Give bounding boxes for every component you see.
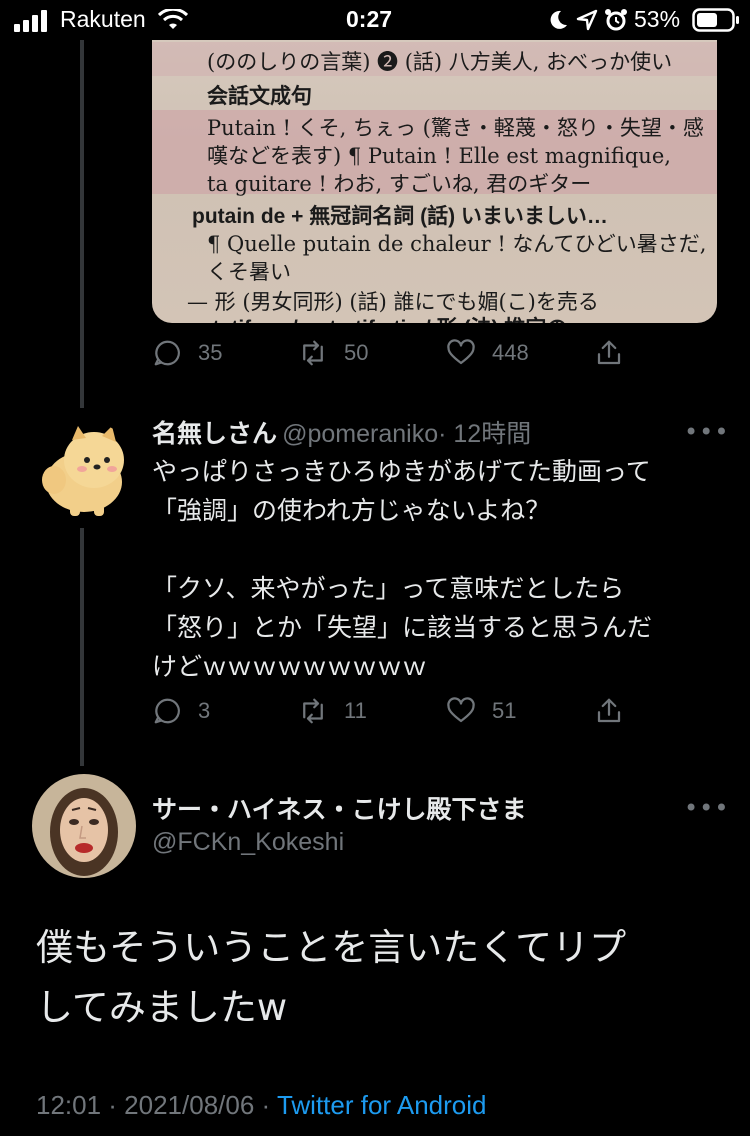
share-button[interactable] — [594, 696, 640, 726]
more-options-icon[interactable]: ••• — [684, 794, 729, 822]
main-tweet-author-name[interactable]: サー・ハイネス・こけし殿下さま — [152, 790, 527, 826]
reply-count: 35 — [198, 340, 223, 365]
author-handle[interactable]: @FCKn_Kokeshi — [152, 828, 344, 857]
battery-percent: 53% — [634, 6, 681, 32]
portrait-avatar-icon — [32, 774, 136, 878]
retweet-icon — [303, 698, 323, 724]
retweet-button[interactable]: 50 — [298, 338, 368, 368]
location-arrow-icon — [576, 9, 598, 31]
photo-text-line: putain de + 無冠詞名詞 (話) いまいましい… — [192, 205, 608, 228]
photo-text-line: 会話文成句 — [207, 85, 312, 108]
photo-text-line: 嘆などを表す) ¶ Putain ! Elle est magnifique, — [207, 144, 671, 168]
photo-text-line: くそ暑い — [207, 260, 291, 284]
like-count: 448 — [492, 340, 529, 365]
moon-icon — [550, 10, 567, 29]
avatar[interactable] — [32, 774, 136, 878]
retweet-count: 50 — [344, 340, 369, 365]
tweet-meta: 12:01 · 2021/08/06 · Twitter for Android — [36, 1090, 486, 1121]
reply-tweet-text: やっぱりさっきひろゆきがあげてた動画って 「強調」の使われ方じゃないよね？ 「ク… — [152, 457, 653, 681]
thread-line-top — [80, 40, 84, 408]
avatar[interactable] — [32, 420, 136, 524]
retweet-button[interactable]: 11 — [298, 696, 367, 726]
reply-button[interactable]: 3 — [152, 696, 210, 726]
reply-icon — [154, 698, 180, 724]
tweet-actions: 35 50 448 — [152, 338, 750, 378]
tweet-media-photo[interactable]: (ののしりの言葉) ❷ (話) 八方美人, おべっか使い 会話文成句 Putai… — [152, 40, 717, 323]
signal-icon — [14, 10, 47, 32]
photo-text-line: Putain ! くそ, ちぇっ (驚き・軽蔑・怒り・失望・感 — [207, 116, 704, 140]
battery-icon — [692, 8, 739, 32]
photo-text-line: (ののしりの言葉) ❷ (話) 八方美人, おべっか使い — [207, 50, 673, 74]
main-tweet-text: 僕もそういうことを言いたくてリプ してみましたw — [36, 926, 627, 1029]
tweet-timestamp: 12:01 · 2021/08/06 · — [36, 1090, 277, 1120]
like-button[interactable]: 51 — [446, 696, 516, 726]
thread-line-middle — [80, 528, 84, 766]
author-name[interactable]: サー・ハイネス・こけし殿下さま — [152, 795, 527, 824]
share-icon — [597, 698, 621, 723]
tweet-time: · 12時間 — [438, 420, 532, 448]
reply-icon — [154, 340, 180, 366]
photo-text-line: ta guitare ! わお, すごいね, 君のギター — [207, 172, 592, 196]
share-button[interactable] — [594, 338, 640, 368]
photo-text-line: putatif, ve /py-ta-tif, -tiːv/ 形 (法) 推定の — [187, 312, 567, 323]
heart-icon — [447, 697, 475, 723]
share-icon — [597, 340, 621, 365]
tweet-source-link[interactable]: Twitter for Android — [277, 1090, 487, 1120]
reply-tweet-header: 名無しさん @pomeraniko· 12時間 — [152, 414, 531, 450]
clock: 0:27 — [346, 6, 393, 32]
wifi-icon — [158, 9, 188, 29]
status-bar: Rakuten 0:27 53% — [0, 0, 750, 40]
author-name[interactable]: 名無しさん — [152, 419, 277, 448]
reply-button[interactable]: 35 — [152, 338, 222, 368]
photo-text-line: ¶ Quelle putain de chaleur ! なんてひどい暑さだ, — [207, 232, 707, 256]
author-handle[interactable]: @pomeraniko — [282, 420, 438, 448]
reply-count: 3 — [198, 698, 211, 723]
retweet-icon — [303, 340, 323, 366]
like-button[interactable]: 448 — [446, 338, 529, 368]
more-options-icon[interactable]: ••• — [684, 418, 729, 446]
pomeranian-avatar-icon — [42, 426, 124, 516]
carrier-label: Rakuten — [60, 6, 146, 32]
like-count: 51 — [492, 698, 517, 723]
alarm-icon — [605, 9, 627, 31]
tweet-actions: 3 11 51 — [152, 696, 750, 736]
heart-icon — [447, 339, 475, 365]
retweet-count: 11 — [344, 698, 367, 723]
